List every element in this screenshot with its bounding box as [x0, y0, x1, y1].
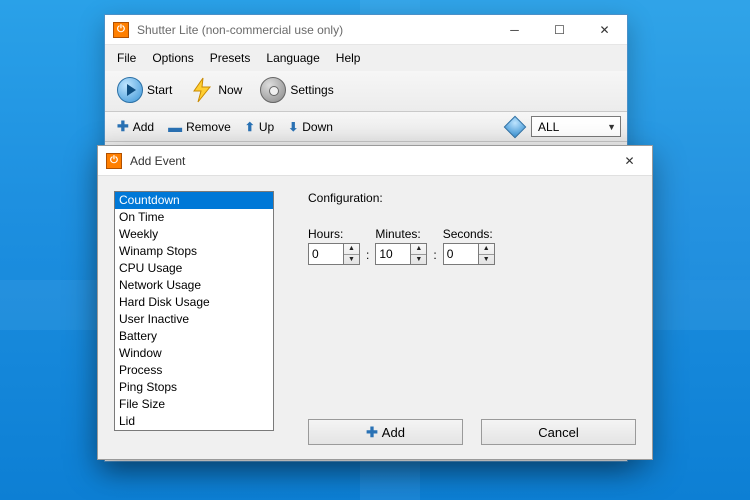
- seconds-spinner[interactable]: ▲▼: [443, 243, 495, 265]
- event-item[interactable]: Hard Disk Usage: [115, 294, 273, 311]
- dialog-title: Add Event: [130, 154, 607, 168]
- settings-button[interactable]: Settings: [254, 75, 339, 105]
- dialog-add-button[interactable]: ✚ Add: [308, 419, 463, 445]
- event-item[interactable]: Process: [115, 362, 273, 379]
- spinner-buttons[interactable]: ▲▼: [410, 244, 426, 264]
- bolt-icon: [190, 77, 214, 103]
- add-button[interactable]: ✚ Add: [111, 116, 160, 137]
- event-item[interactable]: Network Usage: [115, 277, 273, 294]
- event-type-list[interactable]: CountdownOn TimeWeeklyWinamp StopsCPU Us…: [114, 191, 274, 431]
- settings-label: Settings: [290, 83, 333, 97]
- menu-language[interactable]: Language: [260, 49, 325, 67]
- up-label: Up: [259, 120, 274, 134]
- hours-label: Hours:: [308, 227, 360, 241]
- sub-toolbar: ✚ Add ▬ Remove ⬆ Up ⬇ Down ALL ▼: [105, 112, 627, 142]
- menu-help[interactable]: Help: [330, 49, 367, 67]
- colon-separator: :: [433, 248, 436, 265]
- spinner-buttons[interactable]: ▲▼: [343, 244, 359, 264]
- event-item[interactable]: Window: [115, 345, 273, 362]
- seconds-label: Seconds:: [443, 227, 495, 241]
- add-label: Add: [133, 120, 154, 134]
- dialog-buttons: ✚ Add Cancel: [308, 419, 636, 445]
- minutes-field: Minutes: ▲▼: [375, 227, 427, 265]
- arrow-down-icon: ⬇: [288, 120, 298, 134]
- hours-field: Hours: ▲▼: [308, 227, 360, 265]
- down-button[interactable]: ⬇ Down: [282, 118, 339, 136]
- arrow-up-icon: ⬆: [245, 120, 255, 134]
- menu-presets[interactable]: Presets: [204, 49, 257, 67]
- configuration-label: Configuration:: [308, 191, 383, 205]
- minutes-input[interactable]: [376, 244, 410, 264]
- app-icon: ⏻: [106, 153, 122, 169]
- dialog-titlebar: ⏻ Add Event ✕: [98, 146, 652, 176]
- start-label: Start: [147, 83, 172, 97]
- filter-combo[interactable]: ALL ▼: [531, 116, 621, 137]
- event-item[interactable]: User Inactive: [115, 311, 273, 328]
- seconds-field: Seconds: ▲▼: [443, 227, 495, 265]
- time-config-row: Hours: ▲▼ : Minutes: ▲▼ : Seconds: ▲: [308, 227, 495, 265]
- start-button[interactable]: Start: [111, 75, 178, 105]
- up-button[interactable]: ⬆ Up: [239, 118, 280, 136]
- dialog-close-button[interactable]: ✕: [607, 146, 652, 175]
- plus-icon: ✚: [117, 118, 129, 135]
- event-item[interactable]: CPU Usage: [115, 260, 273, 277]
- remove-button[interactable]: ▬ Remove: [162, 117, 237, 137]
- event-item[interactable]: Lid: [115, 413, 273, 430]
- add-event-dialog: ⏻ Add Event ✕ CountdownOn TimeWeeklyWina…: [97, 145, 653, 460]
- minutes-spinner[interactable]: ▲▼: [375, 243, 427, 265]
- event-item[interactable]: Ping Stops: [115, 379, 273, 396]
- event-item[interactable]: On Time: [115, 209, 273, 226]
- minus-icon: ▬: [168, 119, 182, 135]
- main-window-title: Shutter Lite (non-commercial use only): [137, 23, 492, 37]
- colon-separator: :: [366, 248, 369, 265]
- filter-value: ALL: [538, 120, 559, 134]
- play-icon: [117, 77, 143, 103]
- main-toolbar: Start Now Settings: [105, 71, 627, 112]
- event-item[interactable]: Winamp Stops: [115, 243, 273, 260]
- event-item[interactable]: Weekly: [115, 226, 273, 243]
- seconds-input[interactable]: [444, 244, 478, 264]
- main-titlebar: ⏻ Shutter Lite (non-commercial use only)…: [105, 15, 627, 45]
- minutes-label: Minutes:: [375, 227, 427, 241]
- app-icon: ⏻: [113, 22, 129, 38]
- menu-options[interactable]: Options: [146, 49, 199, 67]
- menubar: File Options Presets Language Help: [105, 45, 627, 71]
- hours-input[interactable]: [309, 244, 343, 264]
- now-button[interactable]: Now: [184, 75, 248, 105]
- maximize-button[interactable]: ☐: [537, 15, 582, 44]
- now-label: Now: [218, 83, 242, 97]
- plus-icon: ✚: [366, 424, 378, 441]
- down-label: Down: [302, 120, 333, 134]
- dialog-add-label: Add: [382, 425, 405, 440]
- menu-file[interactable]: File: [111, 49, 142, 67]
- dialog-cancel-button[interactable]: Cancel: [481, 419, 636, 445]
- close-button[interactable]: ✕: [582, 15, 627, 44]
- minimize-button[interactable]: ─: [492, 15, 537, 44]
- spinner-buttons[interactable]: ▲▼: [478, 244, 494, 264]
- event-item[interactable]: Battery: [115, 328, 273, 345]
- gear-icon: [260, 77, 286, 103]
- event-item[interactable]: File Size: [115, 396, 273, 413]
- dialog-cancel-label: Cancel: [538, 425, 578, 440]
- remove-label: Remove: [186, 120, 231, 134]
- chevron-down-icon: ▼: [607, 122, 616, 132]
- event-item[interactable]: Countdown: [115, 192, 273, 209]
- hours-spinner[interactable]: ▲▼: [308, 243, 360, 265]
- diamond-icon: [504, 115, 527, 138]
